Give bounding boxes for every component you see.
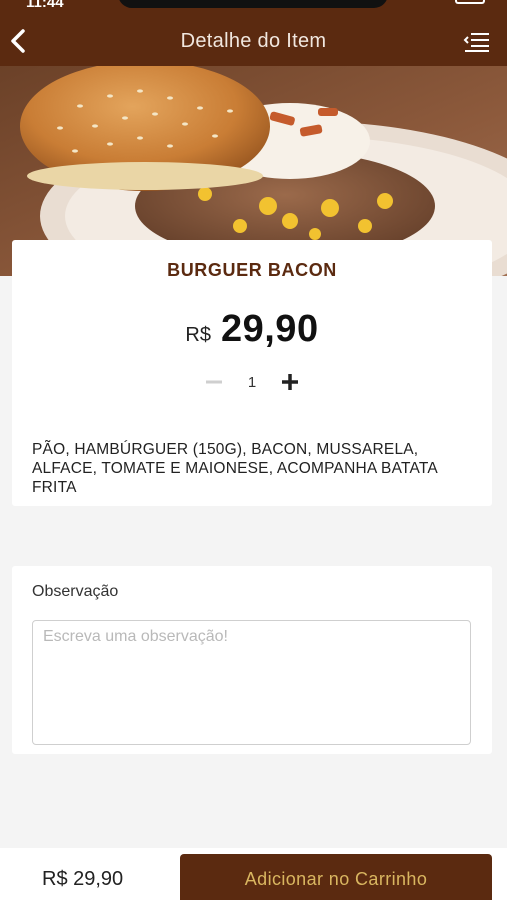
menu-button[interactable] [463, 30, 491, 54]
price-row: R$ 29,90 [12, 308, 492, 351]
quantity-stepper: 1 [12, 370, 492, 394]
observation-label: Observação [32, 583, 119, 600]
status-time: 11:44 [26, 0, 64, 11]
price-value: 29,90 [220, 308, 319, 350]
observation-input[interactable] [32, 620, 471, 745]
menu-list-icon [463, 33, 489, 52]
add-to-cart-button[interactable]: Adicionar no Carrinho [180, 854, 492, 900]
increase-quantity-button[interactable] [278, 370, 302, 394]
product-card: BURGUER BACON R$ 29,90 1 PÃO, HAMBÚRGUER… [12, 240, 492, 506]
observation-card: Observação [12, 566, 492, 754]
price-currency: R$ [185, 324, 211, 346]
plus-icon [282, 374, 299, 390]
app-header: 11:44 Detalhe do Item [0, 0, 507, 66]
status-notch [118, 0, 388, 8]
product-name: BURGUER BACON [167, 260, 337, 280]
battery-icon [455, 0, 485, 4]
minus-icon [205, 380, 222, 384]
cart-total: R$ 29,90 [42, 868, 124, 890]
bottom-bar: R$ 29,90 Adicionar no Carrinho [0, 848, 507, 900]
quantity-value: 1 [247, 373, 257, 391]
product-description: PÃO, HAMBÚRGUER (150G), BACON, MUSSARELA… [32, 441, 438, 496]
decrease-quantity-button[interactable] [202, 370, 226, 394]
page-title: Detalhe do Item [180, 30, 327, 52]
